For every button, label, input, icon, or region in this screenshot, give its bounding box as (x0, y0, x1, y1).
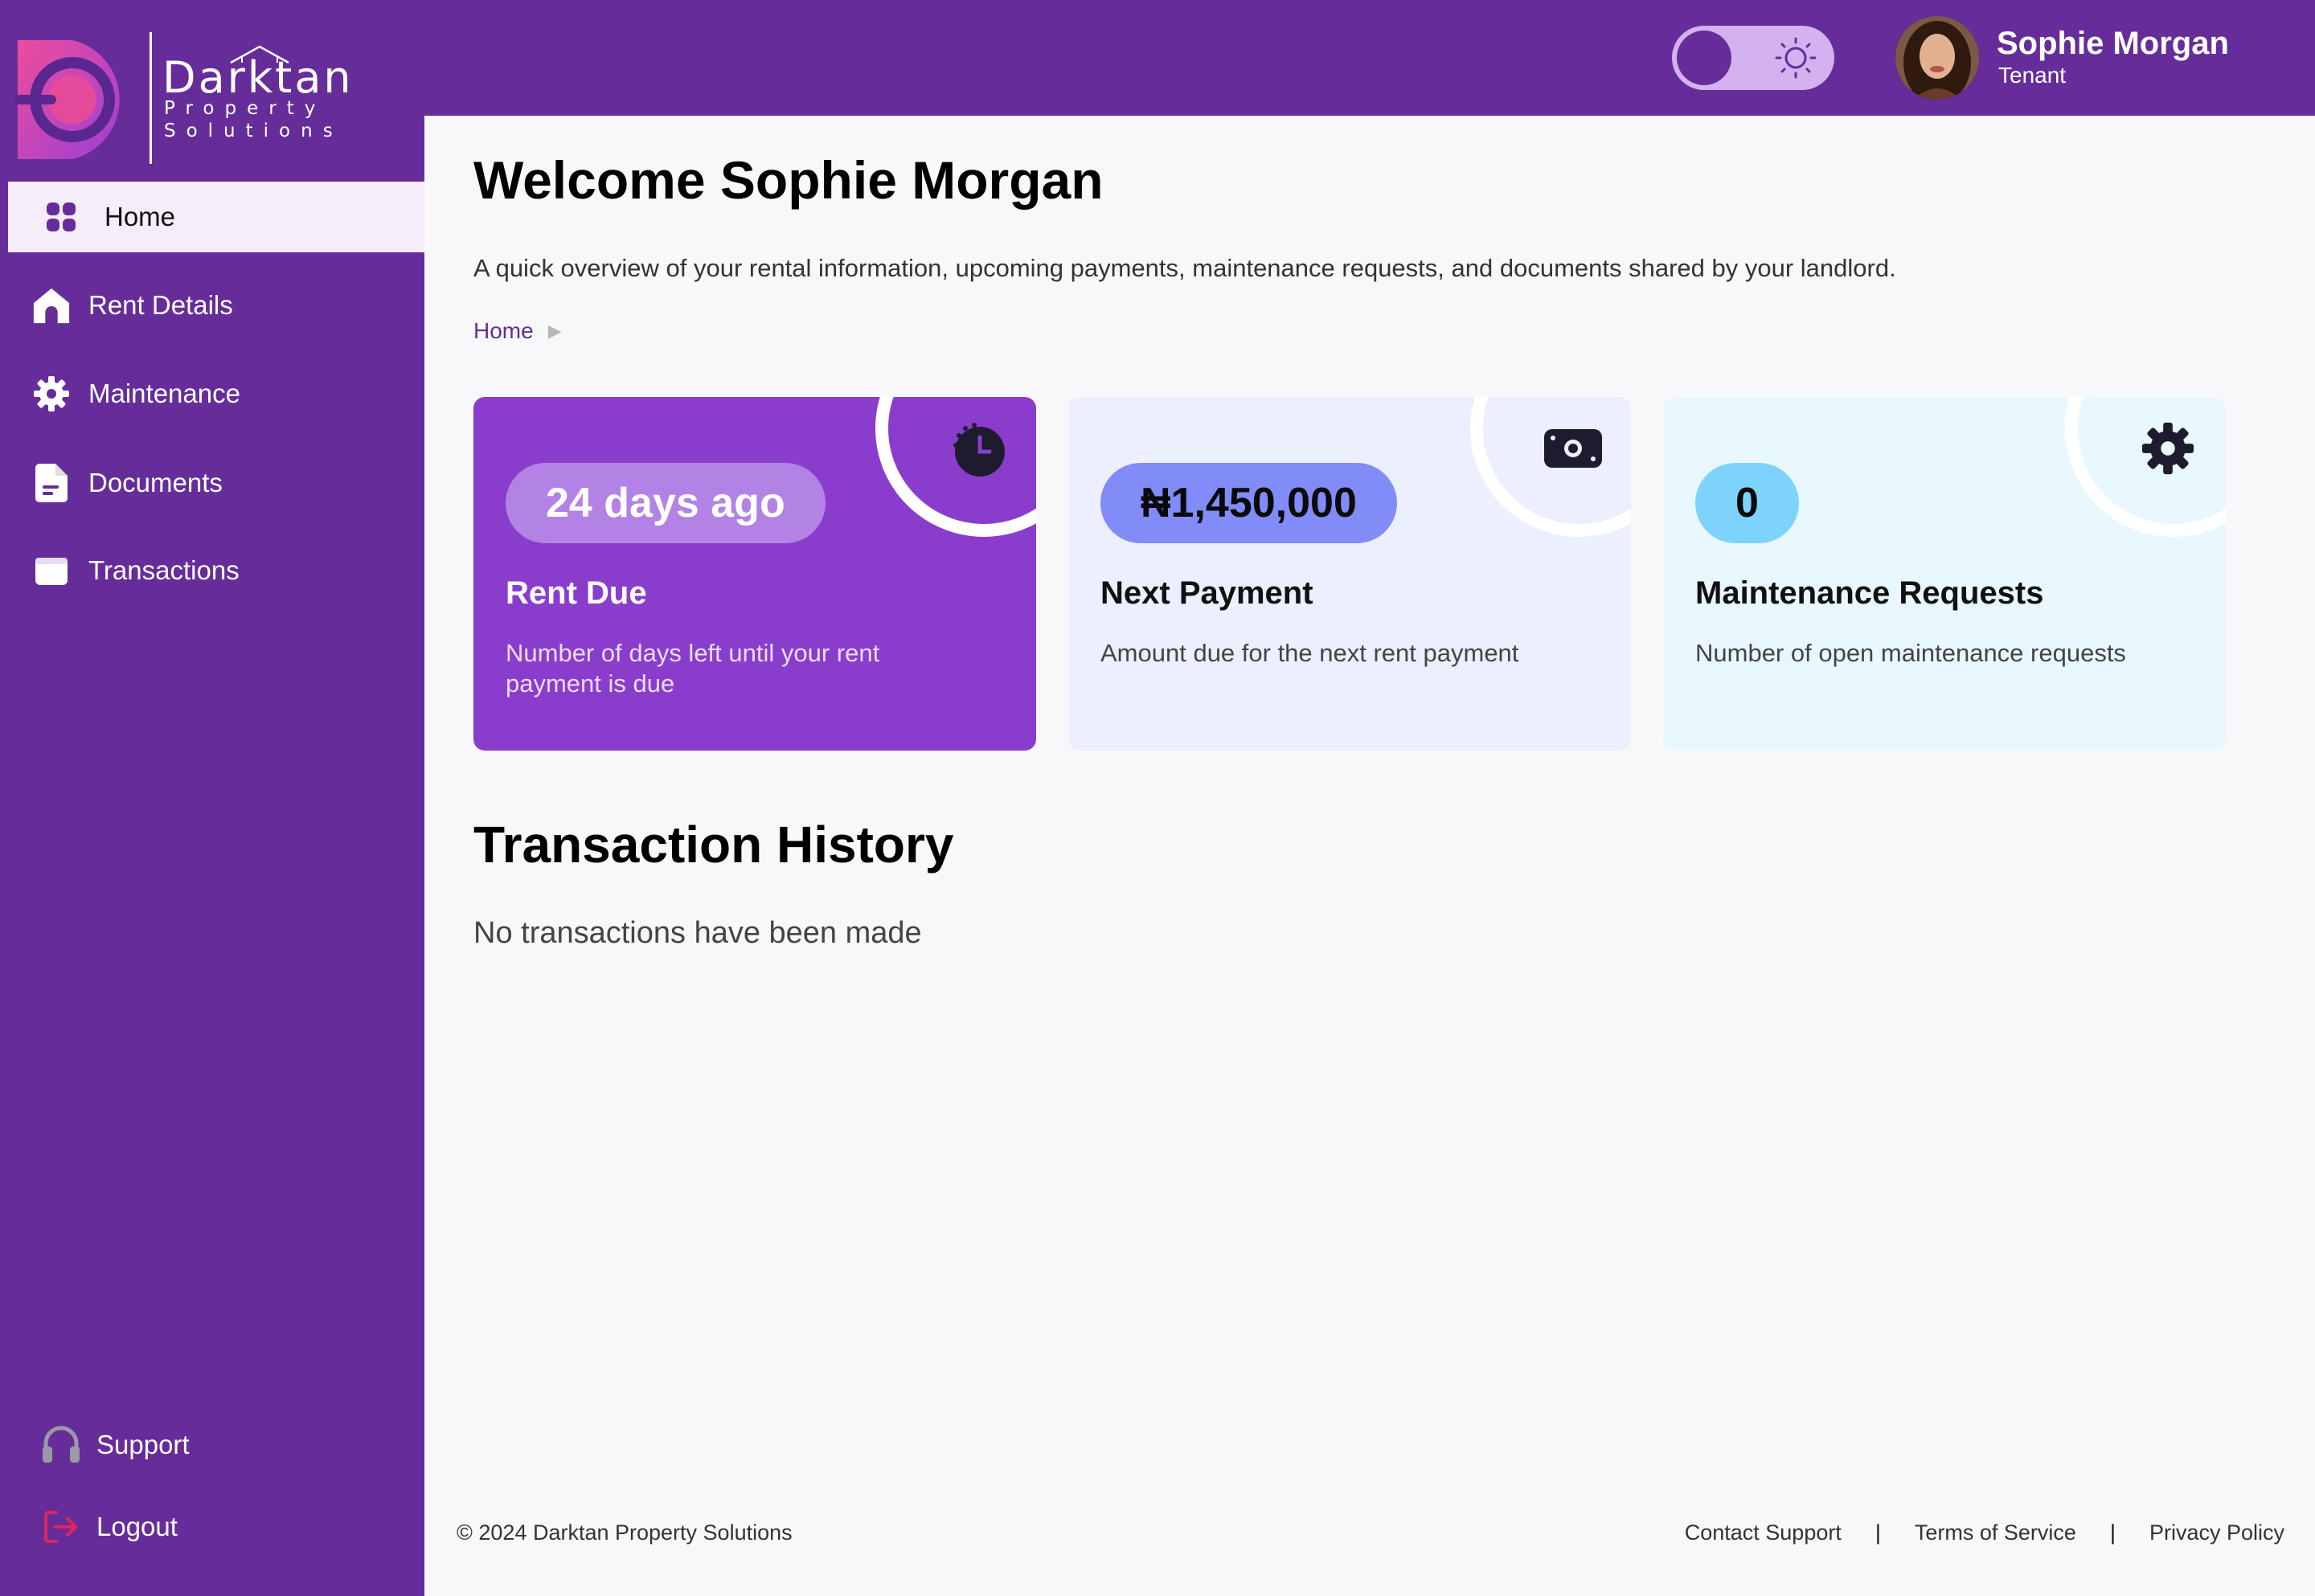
sidebar-item-label: Home (104, 202, 176, 231)
support-link[interactable]: Support (40, 1421, 190, 1469)
user-role: Tenant (1998, 63, 2067, 88)
privacy-policy-link[interactable]: Privacy Policy (2149, 1520, 2284, 1545)
document-icon (32, 464, 71, 502)
logout-label: Logout (96, 1512, 178, 1541)
headset-icon (40, 1424, 82, 1466)
next-payment-value: ₦1,450,000 (1100, 463, 1397, 543)
cash-icon (1539, 415, 1607, 482)
sidebar: Darktan Property Solutions Home Rent Det… (0, 0, 424, 1596)
maintenance-requests-value: 0 (1695, 463, 1799, 543)
sidebar-item-label: Rent Details (88, 290, 233, 320)
gear-icon (32, 374, 71, 413)
user-name[interactable]: Sophie Morgan (1997, 26, 2229, 62)
maintenance-requests-description: Number of open maintenance requests (1695, 639, 2126, 667)
theme-toggle[interactable] (1672, 26, 1834, 90)
contact-support-link[interactable]: Contact Support (1685, 1520, 1842, 1545)
terms-of-service-link[interactable]: Terms of Service (1915, 1520, 2076, 1545)
avatar[interactable] (1895, 16, 1979, 100)
brand-name: Darktan (162, 52, 354, 103)
logo-mark-icon (14, 40, 120, 159)
sidebar-item-label: Maintenance (88, 379, 240, 408)
footer-links: Contact Support | Terms of Service | Pri… (1685, 1520, 2284, 1545)
rent-due-title: Rent Due (506, 575, 647, 611)
support-label: Support (96, 1430, 190, 1459)
transactions-empty-message: No transactions have been made (473, 916, 922, 950)
wallet-icon (32, 551, 71, 590)
page-title: Welcome Sophie Morgan (473, 150, 1104, 210)
sidebar-item-label: Documents (88, 468, 223, 497)
brand-tagline-1: Property (164, 98, 326, 119)
house-icon (32, 286, 71, 325)
sidebar-item-label: Transactions (88, 555, 240, 585)
logout-button[interactable]: Logout (40, 1503, 178, 1551)
brand-tagline-2: Solutions (164, 121, 343, 141)
toggle-knob (1677, 31, 1731, 85)
footer-copyright: © 2024 Darktan Property Solutions (457, 1520, 793, 1545)
maintenance-requests-card[interactable]: 0 Maintenance Requests Number of open ma… (1663, 397, 2226, 751)
rent-due-value: 24 days ago (506, 463, 826, 543)
rent-due-card[interactable]: 24 days ago Rent Due Number of days left… (473, 397, 1036, 751)
sidebar-item-maintenance[interactable]: Maintenance (8, 358, 424, 429)
logo-divider (150, 32, 152, 164)
page-description: A quick overview of your rental informat… (473, 254, 1896, 282)
brand-logo[interactable]: Darktan Property Solutions (14, 31, 352, 167)
sidebar-item-transactions[interactable]: Transactions (8, 535, 424, 606)
rent-due-description: Number of days left until your rent paym… (506, 639, 880, 698)
maintenance-requests-title: Maintenance Requests (1695, 575, 2044, 611)
transaction-history-title: Transaction History (473, 816, 954, 874)
sun-icon (1775, 37, 1817, 79)
sidebar-item-home[interactable]: Home (8, 182, 424, 252)
breadcrumb-home[interactable]: Home (473, 318, 534, 344)
grid-icon (42, 198, 80, 236)
footer-separator: | (2109, 1520, 2116, 1545)
sidebar-item-rent-details[interactable]: Rent Details (8, 270, 424, 341)
sidebar-item-documents[interactable]: Documents (8, 448, 424, 518)
breadcrumb: Home ▶ (473, 318, 562, 344)
breadcrumb-arrow-icon: ▶ (547, 321, 562, 341)
logout-icon (40, 1506, 82, 1548)
clock-icon (944, 415, 1012, 482)
next-payment-title: Next Payment (1100, 575, 1313, 611)
gear-icon (2134, 415, 2202, 482)
footer-separator: | (1875, 1520, 1881, 1545)
next-payment-description: Amount due for the next rent payment (1100, 639, 1519, 667)
next-payment-card[interactable]: ₦1,450,000 Next Payment Amount due for t… (1068, 397, 1631, 751)
